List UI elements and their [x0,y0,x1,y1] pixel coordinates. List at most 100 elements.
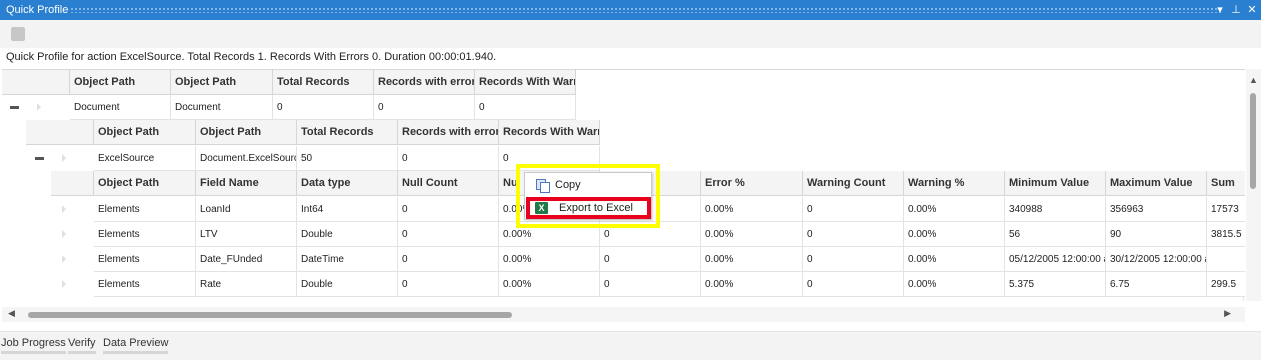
column-header[interactable]: Total Records [273,70,374,95]
table-row[interactable] [94,297,1244,301]
export-label: Export to Excel [559,202,633,214]
column-header[interactable]: Null Count [398,171,499,196]
column-header[interactable]: Sum [1207,171,1245,196]
table-cell: Document.ExcelSource [196,146,297,171]
tab-data-preview[interactable]: Data Preview [103,337,169,354]
column-header[interactable]: Records With Warn [475,70,576,95]
table-cell: LoanId [196,197,297,222]
table-cell: Date_FUnded [196,247,297,272]
table-cell: 0.00% [904,222,1005,247]
row-expander-icon [62,280,66,288]
table-row[interactable]: Elements LoanId Int64 0 0.00% 0 0.00% 0 … [94,197,1245,222]
pin-icon[interactable]: ⊥ [1231,0,1241,20]
window-title: Quick Profile [6,4,69,16]
column-header[interactable]: Error % [701,171,803,196]
row-expander-icon [62,255,66,263]
level2-header-gutter [26,120,94,145]
titlebar-grip [70,7,1221,13]
table-cell: 0 [600,272,701,297]
bottom-tab-bar: Job Progress Verify Data Preview [0,331,1261,360]
column-header[interactable]: Object Path [171,70,273,95]
table-row[interactable]: Elements LTV Double 0 0.00% 0 0.00% 0 0.… [94,222,1245,247]
scroll-up-icon[interactable]: ▲ [1249,75,1258,85]
window-titlebar: Quick Profile ▾ ⊥ ✕ [0,0,1261,20]
vertical-scroll-thumb[interactable] [1250,93,1256,189]
table-cell: 0 [398,146,499,171]
stop-button[interactable] [11,27,25,41]
close-icon[interactable]: ✕ [1247,0,1257,20]
table-cell: 0.00% [904,272,1005,297]
table-cell: 356963 [1106,197,1207,222]
excel-icon: X [535,202,548,214]
table-cell: 0 [398,222,499,247]
table-cell: DateTime [297,247,398,272]
table-cell: Elements [94,272,196,297]
table-cell: 0 [374,95,475,120]
titlebar-buttons: ▾ ⊥ ✕ [1215,0,1257,20]
table-cell [94,297,1244,301]
table-cell: 6.75 [1106,272,1207,297]
column-header[interactable]: Maximum Value [1106,171,1207,196]
table-cell: 0.00% [701,247,803,272]
table-cell: 90 [1106,222,1207,247]
copy-label: Copy [555,179,581,191]
table-cell: 0.00% [904,197,1005,222]
column-header[interactable]: Records with errors [374,70,475,95]
table-cell: 0 [273,95,374,120]
table-cell: Document [171,95,273,120]
table-cell: 0 [398,197,499,222]
column-header[interactable]: Records with errors [398,120,499,145]
copy-icon [536,179,550,193]
table-cell: 299.5 [1207,272,1245,297]
profile-summary: Quick Profile for action ExcelSource. To… [6,51,497,63]
table-cell: 0.00% [701,197,803,222]
table-cell: ExcelSource [94,146,196,171]
table-cell: Rate [196,272,297,297]
scroll-left-icon[interactable]: ◀ [8,308,15,319]
horizontal-scroll-thumb[interactable] [28,312,512,318]
table-cell: 340988 [1005,197,1106,222]
table-cell: Elements [94,247,196,272]
collapse-document-button[interactable] [10,106,19,109]
table-cell: 0 [398,247,499,272]
table-cell: 56 [1005,222,1106,247]
row-expander-icon [37,103,41,111]
table-cell: 05/12/2005 12:00:00 a [1005,247,1106,272]
row-expander-icon [62,205,66,213]
export-to-excel-menu-item[interactable]: X Export to Excel [526,197,651,219]
table-cell: 0.00% [499,247,600,272]
tab-verify[interactable]: Verify [68,337,96,354]
column-header[interactable]: Object Path [94,120,196,145]
collapse-excelsource-button[interactable] [35,157,44,160]
column-header[interactable]: Object Path [70,70,171,95]
column-header[interactable]: Field Name [196,171,297,196]
scroll-right-icon[interactable]: ▶ [1224,308,1231,319]
column-header[interactable]: Warning % [904,171,1005,196]
table-cell: 0 [600,247,701,272]
column-header[interactable]: Records With Warn [499,120,600,145]
table-row[interactable]: Elements Date_FUnded DateTime 0 0.00% 0 … [94,247,1245,272]
column-header[interactable]: Total Records [297,120,398,145]
table-cell: Document [70,95,171,120]
column-header[interactable]: Warning Count [803,171,904,196]
column-header[interactable]: Minimum Value [1005,171,1106,196]
column-header[interactable]: Object Path [94,171,196,196]
table-row[interactable]: Document Document 0 0 0 [70,95,576,120]
copy-menu-item[interactable]: Copy [527,175,649,195]
context-menu: Copy X Export to Excel [524,172,652,220]
vertical-scrollbar[interactable]: ▲ [1246,69,1261,301]
column-header[interactable]: Data type [297,171,398,196]
table-cell: 0.00% [904,247,1005,272]
table-cell [1207,247,1245,272]
table-cell: Int64 [297,197,398,222]
table-cell: 0.00% [499,272,600,297]
table-cell: Elements [94,222,196,247]
table-cell: 0 [803,222,904,247]
tab-job-progress[interactable]: Job Progress [1,337,66,354]
column-header[interactable]: Object Path [196,120,297,145]
chevron-down-icon[interactable]: ▾ [1215,0,1225,20]
toolbar [0,20,1261,48]
table-row[interactable]: Elements Rate Double 0 0.00% 0 0.00% 0 0… [94,272,1245,297]
table-cell: 17573 [1207,197,1245,222]
horizontal-scrollbar[interactable]: ◀ ▶ [2,307,1245,322]
